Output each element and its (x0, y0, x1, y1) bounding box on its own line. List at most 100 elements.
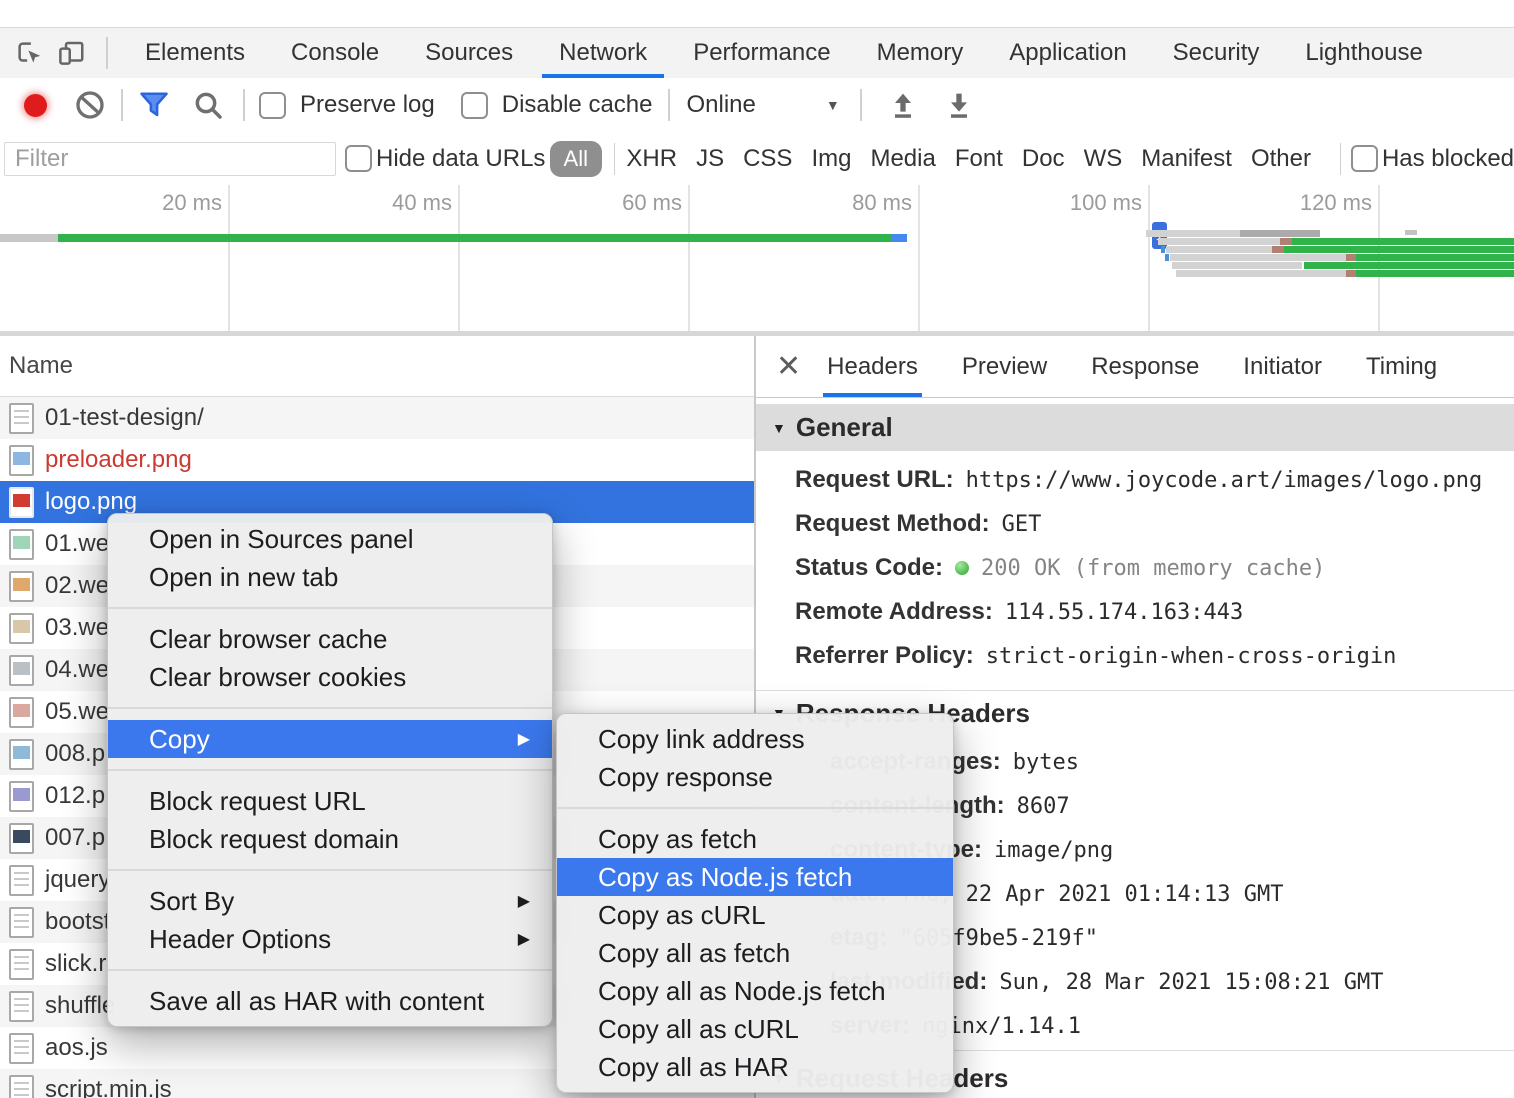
tab-security[interactable]: Security (1150, 28, 1283, 78)
filter-type-all[interactable]: All (550, 141, 602, 177)
filter-toggle-button[interactable] (133, 84, 175, 126)
tab-headers[interactable]: Headers (827, 336, 918, 397)
header-value: 114.55.174.163:443 (1005, 600, 1243, 625)
tab-network[interactable]: Network (536, 28, 670, 78)
image-file-icon (9, 529, 34, 560)
menu-item-open-in-sources-panel[interactable]: Open in Sources panel (108, 520, 552, 558)
menu-item-copy-all-as-curl[interactable]: Copy all as cURL (557, 1010, 953, 1048)
menu-separator (557, 796, 953, 820)
request-name: 012.p (45, 782, 105, 810)
request-name: 04.we (45, 656, 109, 684)
funnel-icon (137, 90, 171, 120)
request-name: 01-test-design/ (45, 404, 204, 432)
filter-divider (614, 143, 615, 175)
menu-item-copy-as-curl[interactable]: Copy as cURL (557, 896, 953, 934)
filter-type-manifest[interactable]: Manifest (1141, 145, 1232, 173)
menu-item-copy-as-nodejs-fetch[interactable]: Copy as Node.js fetch (557, 858, 953, 896)
menu-item-copy-link-address[interactable]: Copy link address (557, 720, 953, 758)
general-section-header[interactable]: ▼ General (756, 404, 1514, 451)
export-har-button[interactable] (938, 84, 980, 126)
menu-item-header-options[interactable]: Header Options ▶ (108, 920, 552, 958)
filter-type-ws[interactable]: WS (1084, 145, 1123, 173)
disable-cache-label: Disable cache (502, 91, 653, 119)
tab-memory[interactable]: Memory (854, 28, 987, 78)
header-label: Request Method: (795, 510, 990, 538)
filter-type-js[interactable]: JS (696, 145, 724, 173)
upload-arrow-icon (887, 89, 919, 121)
waterfall-bar (1356, 254, 1514, 261)
request-name: 05.we (45, 698, 109, 726)
waterfall-bar (1172, 262, 1302, 269)
waterfall-bar (0, 234, 58, 242)
menu-item-block-request-url[interactable]: Block request URL (108, 782, 552, 820)
request-name: script.min.js (45, 1076, 172, 1098)
tab-response[interactable]: Response (1091, 336, 1199, 397)
preserve-log-label: Preserve log (300, 91, 435, 119)
tab-initiator[interactable]: Initiator (1243, 336, 1322, 397)
grid-line (918, 185, 920, 336)
filter-type-media[interactable]: Media (870, 145, 935, 173)
menu-separator (108, 758, 552, 782)
request-row[interactable]: 01-test-design/ (0, 397, 754, 439)
filter-type-css[interactable]: CSS (743, 145, 792, 173)
menu-item-copy-response[interactable]: Copy response (557, 758, 953, 796)
has-blocked-cookies-label: Has blocked (1382, 145, 1514, 173)
hide-data-urls-checkbox[interactable] (345, 145, 372, 172)
close-icon[interactable]: ✕ (776, 352, 801, 382)
chevron-down-icon[interactable]: ▼ (826, 97, 840, 113)
name-column-header[interactable]: Name (0, 336, 754, 397)
image-file-icon (9, 613, 34, 644)
menu-item-copy-as-fetch[interactable]: Copy as fetch (557, 820, 953, 858)
menu-item-block-request-domain[interactable]: Block request domain (108, 820, 552, 858)
inspect-element-button[interactable] (8, 32, 50, 74)
tab-preview[interactable]: Preview (962, 336, 1047, 397)
tab-elements[interactable]: Elements (122, 28, 268, 78)
import-har-button[interactable] (882, 84, 924, 126)
filter-type-font[interactable]: Font (955, 145, 1003, 173)
device-toolbar-button[interactable] (50, 32, 92, 74)
toolbar-divider (106, 37, 108, 69)
header-label: Referrer Policy: (795, 642, 974, 670)
menu-item-copy-all-as-har[interactable]: Copy all as HAR (557, 1048, 953, 1086)
tab-timing[interactable]: Timing (1366, 336, 1437, 397)
menu-item-copy-all-as-fetch[interactable]: Copy all as fetch (557, 934, 953, 972)
menu-separator (108, 596, 552, 620)
timeline-tick: 120 ms (1300, 190, 1372, 216)
search-button[interactable] (187, 84, 229, 126)
menu-item-clear-browser-cookies[interactable]: Clear browser cookies (108, 658, 552, 696)
throttling-select[interactable]: Online (686, 91, 755, 119)
tab-console[interactable]: Console (268, 28, 402, 78)
menu-item-copy[interactable]: Copy ▶ (108, 720, 552, 758)
filter-type-other[interactable]: Other (1251, 145, 1311, 173)
waterfall-bar (1158, 238, 1280, 245)
tab-performance[interactable]: Performance (670, 28, 853, 78)
request-name: preloader.png (45, 446, 192, 474)
preserve-log-checkbox[interactable] (259, 92, 286, 119)
tab-sources[interactable]: Sources (402, 28, 536, 78)
disable-cache-checkbox[interactable] (461, 92, 488, 119)
script-file-icon (9, 907, 34, 938)
inspect-cursor-icon (14, 38, 44, 68)
waterfall-bar (1280, 238, 1292, 245)
menu-item-open-in-new-tab[interactable]: Open in new tab (108, 558, 552, 596)
filter-type-xhr[interactable]: XHR (626, 145, 677, 173)
filter-type-img[interactable]: Img (811, 145, 851, 173)
request-row[interactable]: preloader.png (0, 439, 754, 481)
menu-item-clear-browser-cache[interactable]: Clear browser cache (108, 620, 552, 658)
devtools-window: Elements Console Sources Network Perform… (0, 0, 1514, 1098)
clear-button[interactable] (69, 84, 111, 126)
filter-type-doc[interactable]: Doc (1022, 145, 1065, 173)
filter-input[interactable] (4, 142, 336, 176)
has-blocked-cookies-checkbox[interactable] (1351, 145, 1378, 172)
menu-item-save-all-as-har[interactable]: Save all as HAR with content (108, 982, 552, 1020)
record-button[interactable] (24, 94, 47, 117)
menu-item-copy-all-as-nodejs-fetch[interactable]: Copy all as Node.js fetch (557, 972, 953, 1010)
request-name: aos.js (45, 1034, 108, 1062)
menu-item-sort-by[interactable]: Sort By ▶ (108, 882, 552, 920)
image-file-icon (9, 823, 34, 854)
network-overview-timeline[interactable]: 20 ms 40 ms 60 ms 80 ms 100 ms 120 ms 1 (0, 185, 1514, 336)
tab-lighthouse[interactable]: Lighthouse (1282, 28, 1445, 78)
tab-application[interactable]: Application (986, 28, 1149, 78)
header-label: Request URL: (795, 466, 954, 494)
header-value: GET (1002, 512, 1042, 537)
